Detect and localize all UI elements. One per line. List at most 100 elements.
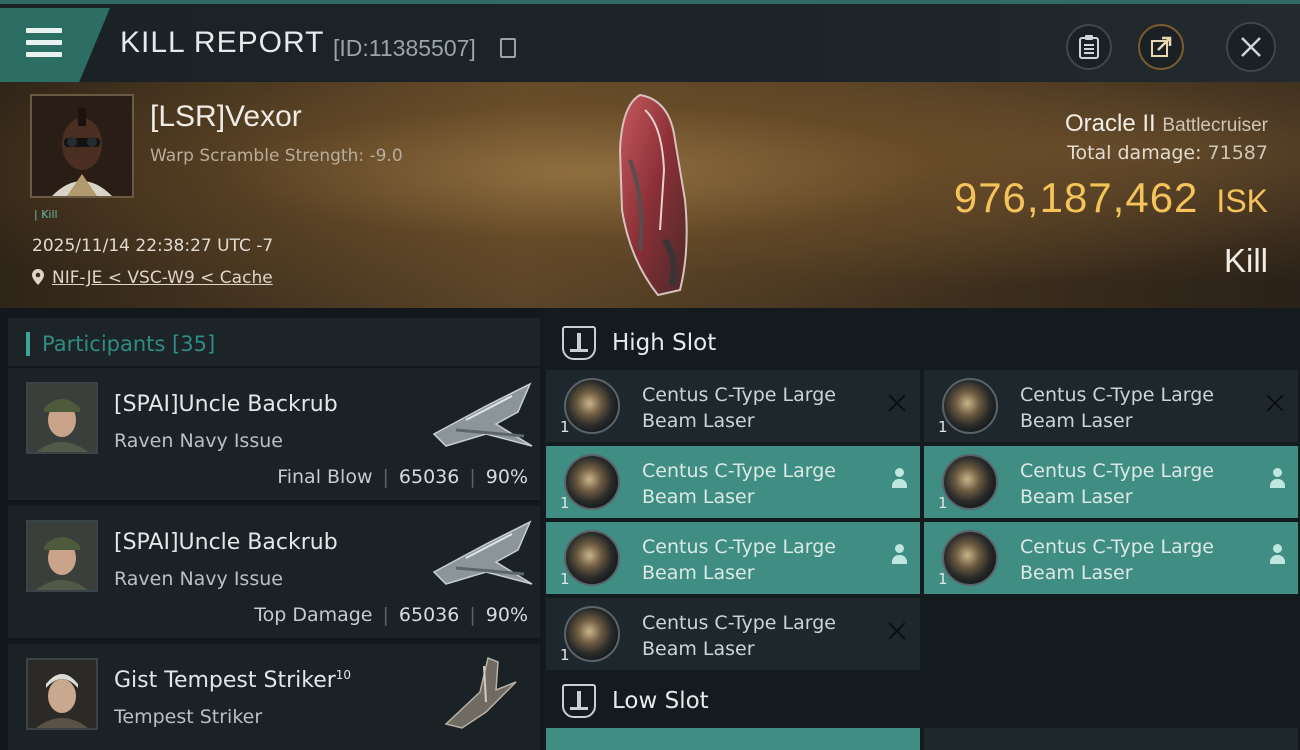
module-icon: [564, 606, 620, 662]
kill-tag: | Kill: [34, 208, 58, 221]
page-title: KILL REPORT: [120, 26, 325, 59]
close-button[interactable]: [1226, 22, 1276, 72]
module-slot[interactable]: 1 Centus C-Type Large Beam Laser: [546, 598, 920, 670]
clipboard-icon: [1079, 35, 1099, 59]
victim-ship-type[interactable]: Oracle II Battlecruiser: [1065, 110, 1268, 138]
participant-ship-image: [432, 520, 533, 585]
module-icon: [942, 454, 998, 510]
copy-icon[interactable]: [500, 38, 516, 58]
module-quantity: 1: [938, 494, 948, 512]
module-slot[interactable]: 1 Centus C-Type Large Beam Laser: [546, 522, 920, 594]
report-id: [ID:11385507]: [333, 35, 476, 61]
participant-stats: Final Blow | 65036 | 90%: [277, 466, 528, 488]
module-quantity: 1: [560, 494, 570, 512]
result-label: Kill: [1223, 242, 1268, 279]
module-quantity: 1: [560, 646, 570, 664]
avatar: [26, 658, 98, 730]
module-icon: [564, 454, 620, 510]
low-slot-header: Low Slot: [542, 670, 1300, 728]
kill-location-link[interactable]: NIF-JE < VSC-W9 < Cache: [32, 268, 273, 288]
participant-badge: Final Blow: [277, 466, 373, 488]
location-text: NIF-JE < VSC-W9 < Cache: [52, 268, 273, 288]
participant-ship: Raven Navy Issue: [114, 430, 283, 452]
clipboard-button[interactable]: [1066, 24, 1112, 70]
header-accent-bar: [26, 332, 30, 356]
module-name: Centus C-Type Large Beam Laser: [642, 536, 836, 584]
victim-ship-image[interactable]: [600, 90, 710, 300]
participant-percent: 90%: [485, 466, 528, 488]
divider: |: [382, 604, 389, 626]
module-slot[interactable]: 1 Centus C-Type Large Beam Laser: [924, 446, 1298, 518]
participant-badge: Top Damage: [254, 604, 373, 626]
module-name: Centus C-Type Large Beam Laser: [642, 384, 836, 432]
dropped-icon: [890, 544, 912, 566]
victim-panel: [LSR]Vexor Warp Scramble Strength: -9.0 …: [0, 82, 1300, 308]
header-bar: KILL REPORT [ID:11385507]: [0, 0, 1300, 82]
participant-row[interactable]: Gist Tempest Striker10 Tempest Striker: [8, 644, 540, 750]
destroyed-icon: [886, 392, 908, 414]
high-slot-icon: [562, 326, 596, 360]
participants-title: Participants [35]: [42, 332, 216, 356]
divider: |: [469, 466, 476, 488]
dropped-icon: [1268, 468, 1290, 490]
participant-name: [SPAI]Uncle Backrub: [114, 530, 338, 555]
participant-ship-image: [432, 382, 533, 447]
module-name: Centus C-Type Large Beam Laser: [1020, 536, 1214, 584]
destroyed-icon: [1264, 392, 1286, 414]
module-slot[interactable]: 1 Centus C-Type Large Beam Laser: [924, 370, 1298, 442]
menu-button[interactable]: [0, 8, 110, 82]
total-damage-value: 71587: [1207, 142, 1268, 164]
divider: |: [382, 466, 389, 488]
ship-class: Battlecruiser: [1162, 115, 1268, 136]
participant-name: Gist Tempest Striker10: [114, 668, 351, 693]
module-quantity: 1: [560, 570, 570, 588]
module-slot[interactable]: 1 Centus C-Type Large Beam Laser: [924, 522, 1298, 594]
total-damage-label: Total damage:: [1067, 142, 1202, 164]
divider: |: [469, 604, 476, 626]
ship-name: Oracle II: [1065, 110, 1156, 137]
isk-unit: ISK: [1216, 183, 1268, 219]
module-slot[interactable]: [924, 728, 1298, 750]
module-name: Centus C-Type Large Beam Laser: [1020, 460, 1214, 508]
menu-icon: [26, 28, 62, 58]
participant-name-text: Gist Tempest Striker: [114, 668, 336, 693]
share-button[interactable]: [1138, 24, 1184, 70]
module-icon: [564, 530, 620, 586]
close-icon: [1241, 37, 1261, 57]
victim-portrait[interactable]: [30, 94, 134, 198]
module-slot[interactable]: 1 Centus C-Type Large Beam Laser: [546, 446, 920, 518]
participant-ship: Raven Navy Issue: [114, 568, 283, 590]
low-slot-icon: [562, 684, 596, 718]
total-damage: Total damage: 71587: [1067, 142, 1268, 164]
participant-damage: 65036: [398, 466, 460, 488]
module-quantity: 1: [560, 418, 570, 436]
module-slot[interactable]: [546, 728, 920, 750]
module-icon: [942, 530, 998, 586]
module-name: Centus C-Type Large Beam Laser: [1020, 384, 1214, 432]
destroyed-icon: [886, 620, 908, 642]
high-slot-header: High Slot: [542, 312, 1300, 370]
module-quantity: 1: [938, 570, 948, 588]
warp-scramble-strength: Warp Scramble Strength: -9.0: [150, 146, 403, 166]
participant-row[interactable]: [SPAI]Uncle Backrub Raven Navy Issue Fin…: [8, 368, 540, 502]
participant-stats: Top Damage | 65036 | 90%: [254, 604, 528, 626]
avatar: [26, 382, 98, 454]
participant-row[interactable]: [SPAI]Uncle Backrub Raven Navy Issue Top…: [8, 506, 540, 640]
participant-ship: Tempest Striker: [114, 706, 263, 728]
isk-value: 976,187,462 ISK: [954, 174, 1268, 222]
module-slot[interactable]: 1 Centus C-Type Large Beam Laser: [546, 370, 920, 442]
isk-amount: 976,187,462: [953, 174, 1199, 221]
participants-header[interactable]: Participants [35]: [8, 318, 540, 366]
victim-name[interactable]: [LSR]Vexor: [150, 100, 302, 134]
participant-ship-image: [444, 656, 517, 729]
high-slot-title: High Slot: [612, 330, 717, 356]
participant-name-sup: 10: [335, 668, 352, 682]
participant-damage: 65036: [398, 604, 460, 626]
participant-percent: 90%: [485, 604, 528, 626]
module-quantity: 1: [938, 418, 948, 436]
module-name: Centus C-Type Large Beam Laser: [642, 612, 836, 660]
module-icon: [564, 378, 620, 434]
location-pin-icon: [32, 269, 44, 285]
module-name: Centus C-Type Large Beam Laser: [642, 460, 836, 508]
share-icon: [1151, 36, 1172, 57]
